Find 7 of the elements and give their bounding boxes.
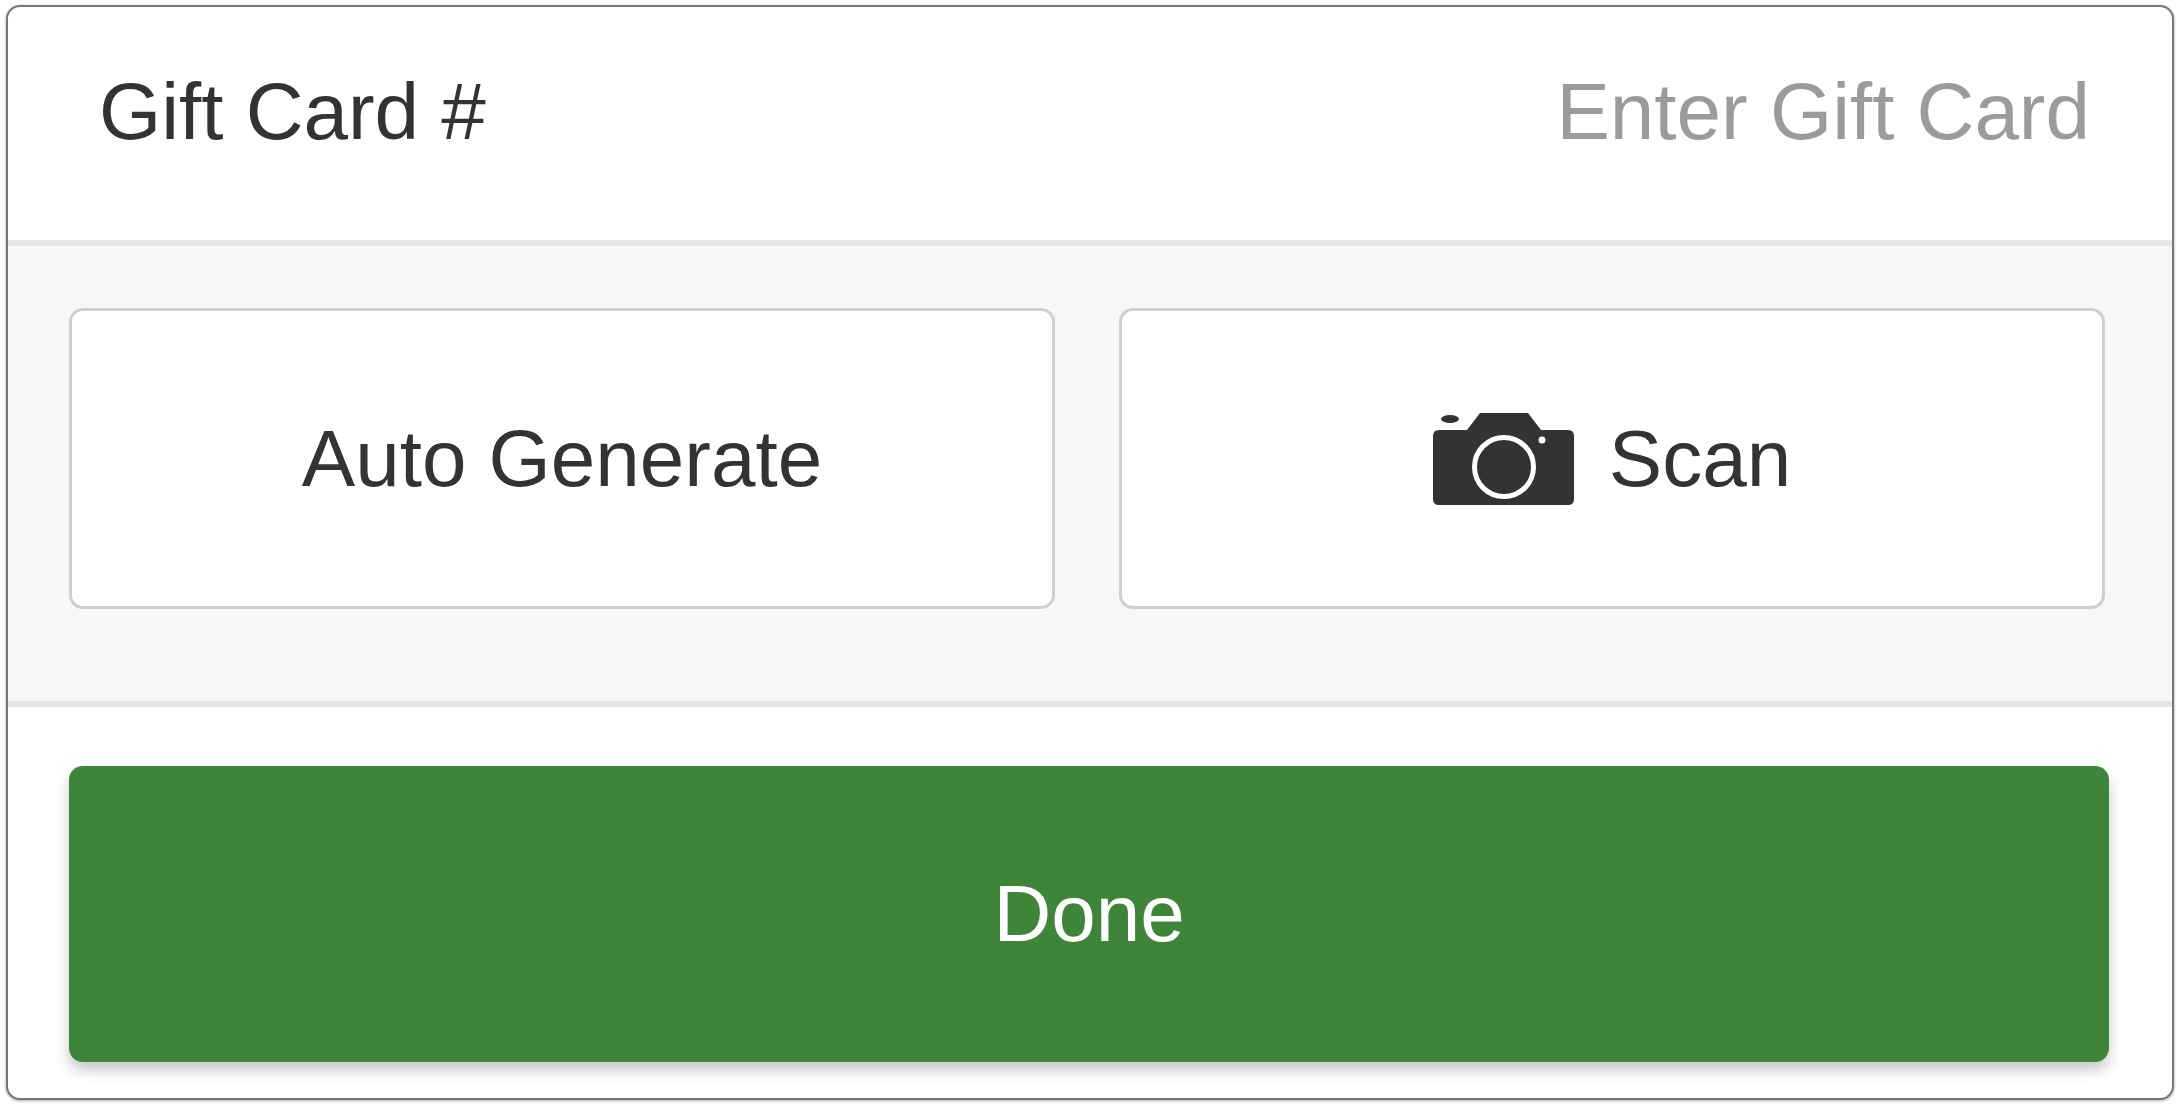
done-button[interactable]: Done [69, 766, 2109, 1062]
scan-label: Scan [1608, 418, 1792, 499]
gift-card-label: Gift Card # [99, 72, 486, 152]
gift-card-input[interactable]: Enter Gift Card [1090, 72, 2090, 152]
scan-button[interactable]: Scan [1119, 308, 2105, 609]
camera-icon [1432, 412, 1574, 505]
auto-generate-button[interactable]: Auto Generate [69, 308, 1055, 609]
